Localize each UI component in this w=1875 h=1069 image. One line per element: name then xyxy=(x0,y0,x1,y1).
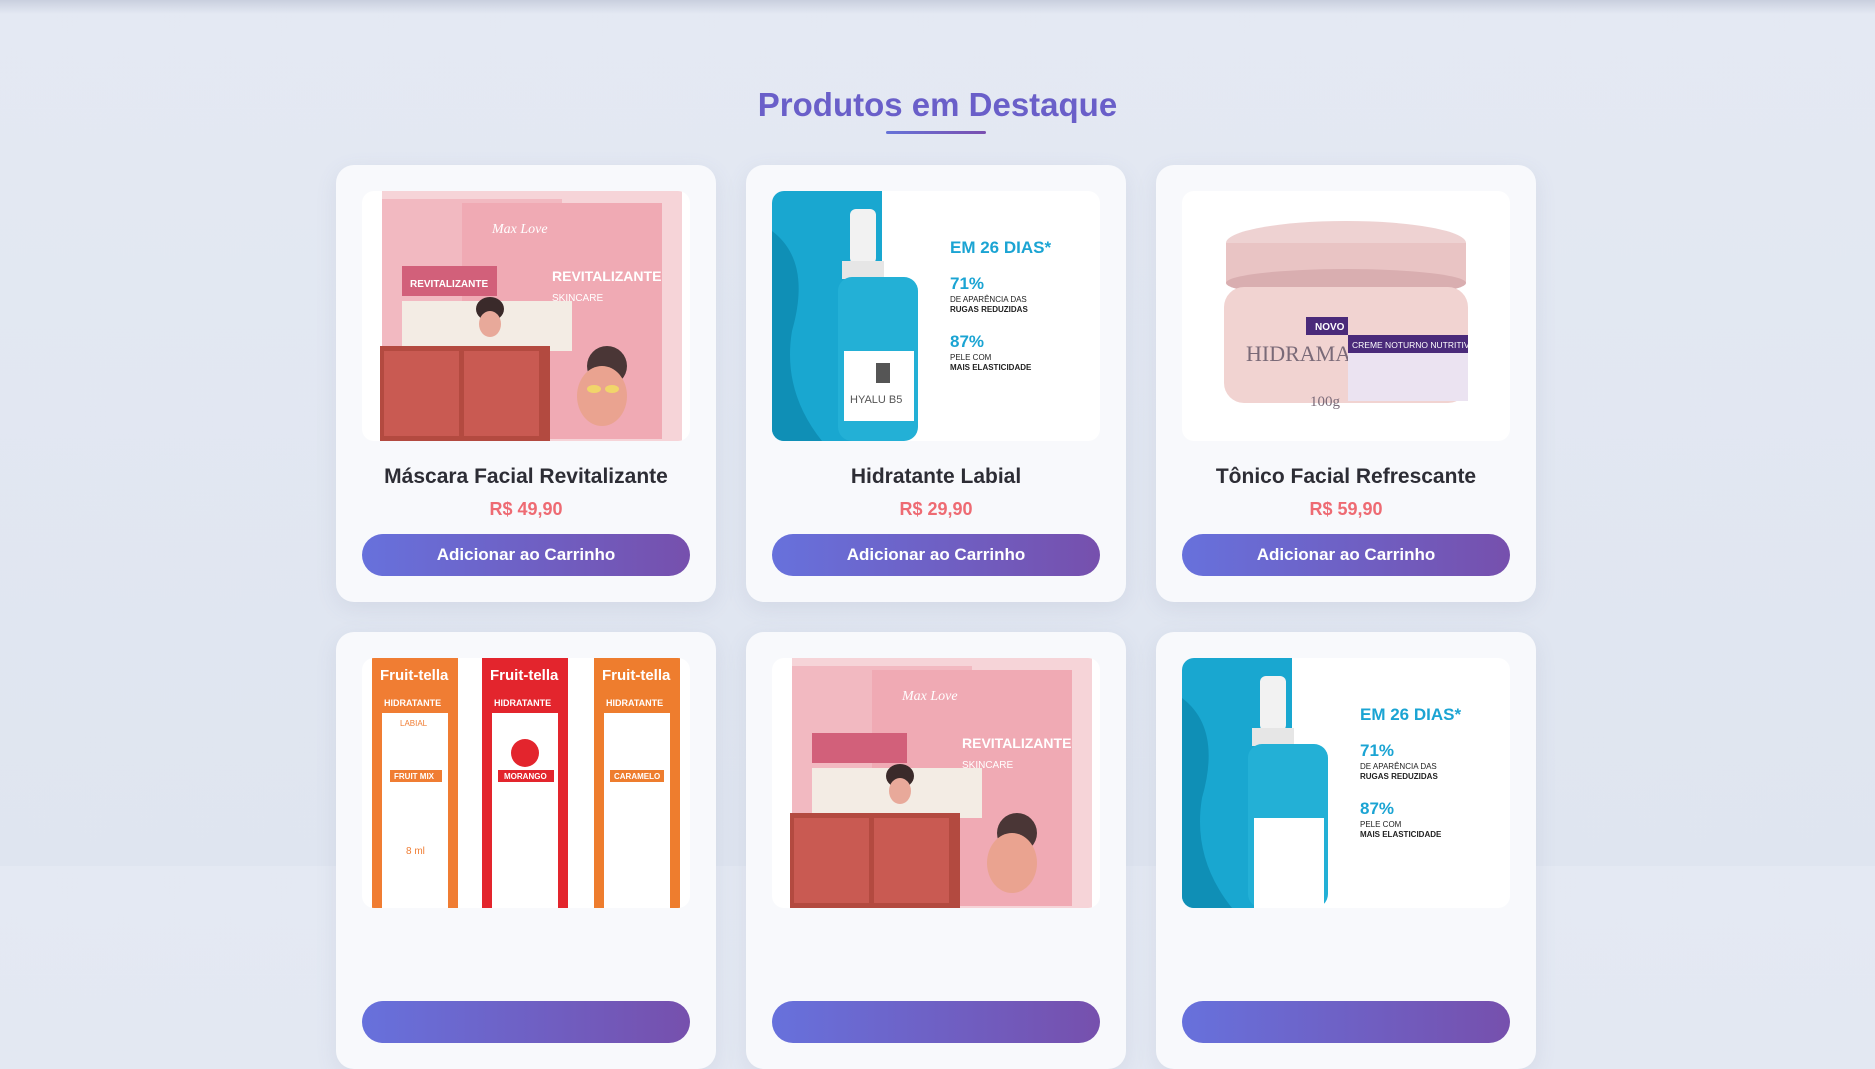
svg-text:Fruit-tella: Fruit-tella xyxy=(490,667,559,684)
product-image-serum[interactable]: HYALU B5 EM 26 DIAS* 71% DE APARÊNCIA DA… xyxy=(772,191,1100,441)
product-image-mask[interactable]: Max Love REVITALIZANTE SKINCARE xyxy=(772,658,1100,908)
product-card: Fruit-tella HIDRATANTE LABIAL FRUIT MIX … xyxy=(336,632,716,1069)
product-card: NOVO HIDRAMAIS CREME NOTURNO NUTRITIVO 1… xyxy=(1156,165,1536,602)
svg-text:8 ml: 8 ml xyxy=(406,846,425,857)
svg-text:Max Love: Max Love xyxy=(491,222,548,237)
add-to-cart-button[interactable]: Adicionar ao Carrinho xyxy=(362,534,690,576)
product-card: HYALU B5 EM 26 DIAS* 71% DE APARÊNCIA DA… xyxy=(746,165,1126,602)
svg-text:REVITALIZANTE: REVITALIZANTE xyxy=(410,279,488,290)
svg-text:CREME NOTURNO NUTRITIVO: CREME NOTURNO NUTRITIVO xyxy=(1352,340,1477,350)
svg-text:100g: 100g xyxy=(1310,394,1341,410)
svg-text:87%: 87% xyxy=(950,332,984,351)
svg-text:NOVO: NOVO xyxy=(1315,322,1345,333)
product-image-mask[interactable]: Max Love REVITALIZANTE SKINCARE REVITALI… xyxy=(362,191,690,441)
svg-text:HIDRATANTE: HIDRATANTE xyxy=(384,698,441,708)
product-image-cream[interactable]: NOVO HIDRAMAIS CREME NOTURNO NUTRITIVO 1… xyxy=(1182,191,1510,441)
svg-text:DE APARÊNCIA DAS: DE APARÊNCIA DAS xyxy=(950,295,1027,304)
svg-text:Fruit-tella: Fruit-tella xyxy=(380,667,449,684)
svg-text:FRUIT MIX: FRUIT MIX xyxy=(394,772,435,781)
svg-text:REVITALIZANTE: REVITALIZANTE xyxy=(962,735,1071,751)
section-title: Produtos em Destaque xyxy=(757,86,1118,123)
product-price: R$ 49,90 xyxy=(489,499,563,519)
title-underline xyxy=(886,131,986,134)
svg-text:CARAMELO: CARAMELO xyxy=(614,772,660,781)
svg-text:DE APARÊNCIA DAS: DE APARÊNCIA DAS xyxy=(1360,762,1437,771)
product-name: Hidratante Labial xyxy=(850,465,1022,488)
header-shadow xyxy=(0,0,1875,14)
product-price: R$ 29,90 xyxy=(899,499,973,519)
svg-text:71%: 71% xyxy=(950,274,984,293)
product-price: R$ 59,90 xyxy=(1309,499,1383,519)
svg-text:EM 26 DIAS*: EM 26 DIAS* xyxy=(1360,705,1461,724)
svg-text:HYALU B5: HYALU B5 xyxy=(850,394,902,406)
svg-text:HIDRATANTE: HIDRATANTE xyxy=(494,698,551,708)
add-to-cart-button[interactable] xyxy=(1182,1001,1510,1043)
product-card: Max Love REVITALIZANTE SKINCARE xyxy=(746,632,1126,1069)
svg-text:PELE COM: PELE COM xyxy=(1360,820,1402,829)
svg-text:MAIS ELASTICIDADE: MAIS ELASTICIDADE xyxy=(1360,830,1442,839)
add-to-cart-button[interactable]: Adicionar ao Carrinho xyxy=(772,534,1100,576)
svg-text:MAIS ELASTICIDADE: MAIS ELASTICIDADE xyxy=(950,363,1032,372)
product-name: Tônico Facial Refrescante xyxy=(1215,465,1477,488)
svg-text:LABIAL: LABIAL xyxy=(400,719,428,728)
product-image-lipbalm[interactable]: Fruit-tella HIDRATANTE LABIAL FRUIT MIX … xyxy=(362,658,690,908)
add-to-cart-button[interactable]: Adicionar ao Carrinho xyxy=(1182,534,1510,576)
svg-text:71%: 71% xyxy=(1360,741,1394,760)
svg-text:EM 26 DIAS*: EM 26 DIAS* xyxy=(950,238,1051,257)
svg-text:RUGAS REDUZIDAS: RUGAS REDUZIDAS xyxy=(1360,772,1438,781)
add-to-cart-button[interactable] xyxy=(362,1001,690,1043)
add-to-cart-button[interactable] xyxy=(772,1001,1100,1043)
svg-text:PELE COM: PELE COM xyxy=(950,353,992,362)
product-name: Máscara Facial Revitalizante xyxy=(384,465,668,488)
product-image-serum[interactable]: EM 26 DIAS* 71% DE APARÊNCIA DAS RUGAS R… xyxy=(1182,658,1510,908)
svg-text:RUGAS REDUZIDAS: RUGAS REDUZIDAS xyxy=(950,305,1028,314)
svg-text:REVITALIZANTE: REVITALIZANTE xyxy=(552,268,661,284)
svg-text:Max Love: Max Love xyxy=(901,689,958,704)
product-card: Max Love REVITALIZANTE SKINCARE REVITALI… xyxy=(336,165,716,602)
svg-text:Fruit-tella: Fruit-tella xyxy=(602,667,671,684)
svg-text:HIDRATANTE: HIDRATANTE xyxy=(606,698,663,708)
svg-text:87%: 87% xyxy=(1360,799,1394,818)
svg-text:MORANGO: MORANGO xyxy=(504,772,547,781)
product-card: EM 26 DIAS* 71% DE APARÊNCIA DAS RUGAS R… xyxy=(1156,632,1536,1069)
